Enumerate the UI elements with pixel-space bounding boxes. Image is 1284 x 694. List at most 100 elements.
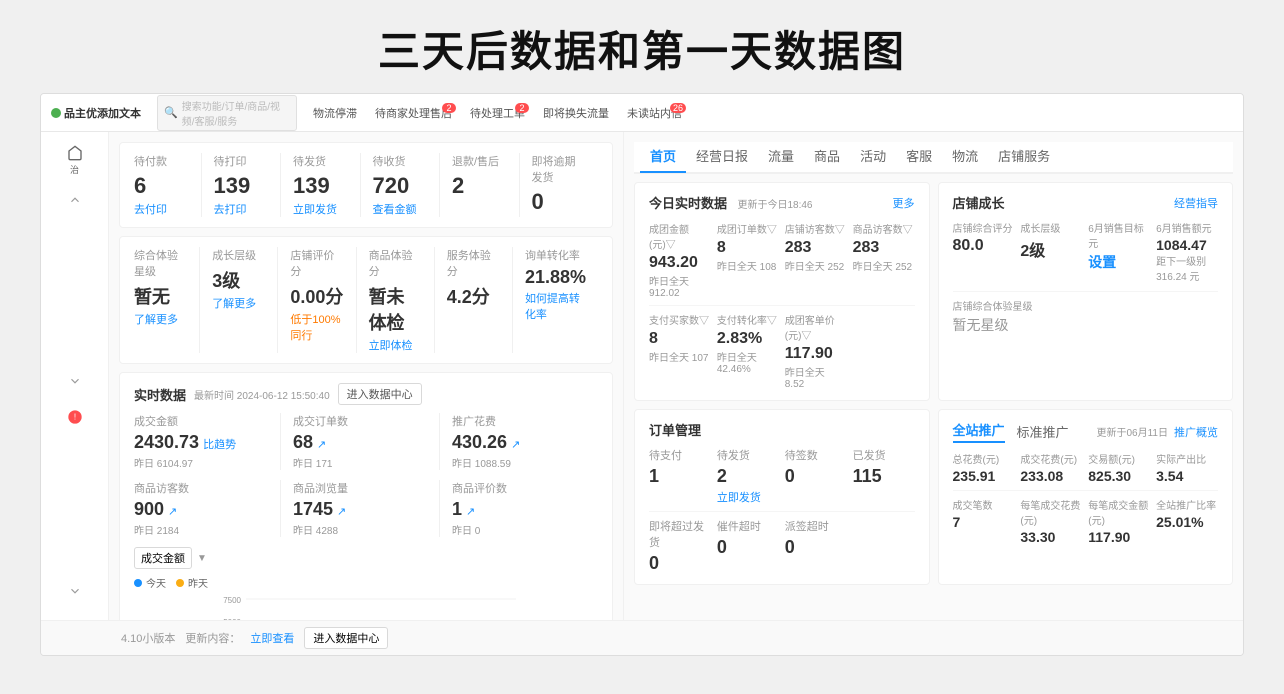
metric-link-dingdan[interactable]: ↗ [317, 438, 326, 451]
order-value-yifah: 115 [853, 466, 915, 487]
order-mgmt-header: 订单管理 [649, 420, 915, 439]
realtime-btn[interactable]: 进入数据中心 [338, 383, 422, 405]
metric-pingjia: 商品评价数 1 ↗ 昨日 0 [440, 480, 598, 537]
promo-value-chanchu: 3.54 [1156, 468, 1218, 484]
line-chart: 7500 5000 2500 0 00:00 04:00 08:00 [134, 594, 598, 620]
today-value-zhuanhua: 2.83% [717, 330, 779, 348]
page-title-area: 三天后数据和第一天数据图 [0, 0, 1284, 93]
metric-link-fangke[interactable]: ↗ [168, 505, 177, 518]
tab-fuwu[interactable]: 店铺服务 [988, 146, 1060, 173]
promo-grid1: 总花费(元) 235.91 成交花费(元) 233.08 交易额(元) 825.… [953, 451, 1219, 484]
today-shangpin: 商品访客数▽ 283 昨日全天 252 [853, 221, 915, 299]
order-mgmt-title: 订单管理 [649, 420, 701, 439]
today-label-zhuanhua: 支付转化率▽ [717, 312, 779, 327]
stat-daifahuo: 待发货 139 立即发货 [281, 153, 361, 217]
metric-link-pingjia2[interactable]: ↗ [466, 505, 475, 518]
today-prev-maijiashu: 昨日全天 107 [649, 349, 711, 364]
nav-item-traffic[interactable]: 即将换失流量 [535, 103, 617, 123]
bottom-btn[interactable]: 进入数据中心 [304, 627, 388, 649]
promo-tab-biaozhun[interactable]: 标准推广 [1017, 422, 1069, 441]
promo-label-chengjiao: 成交花费(元) [1020, 451, 1082, 466]
stat-link-daiyin[interactable]: 去打印 [214, 201, 269, 217]
today-value-dianpu: 283 [785, 239, 847, 257]
growth-value-xiaoshoue: 1084.47 [1156, 237, 1218, 253]
exp-sub-shangpin[interactable]: 立即体检 [369, 337, 422, 353]
exp-warn-pingjia[interactable]: 低于100%同行 [290, 311, 343, 343]
two-col-bottom: 订单管理 待支付 1 待发货 2 立即发货 待签数 [634, 409, 1233, 585]
today-realtime-more[interactable]: 更多 [893, 195, 915, 211]
store-growth-link[interactable]: 经营指导 [1174, 195, 1218, 211]
growth-value-mubiao[interactable]: 设置 [1088, 252, 1150, 272]
today-chengtuan: 成团金额(元)▽ 943.20 昨日全天 912.02 [649, 221, 711, 299]
metric-huafei: 推广花费 430.26 ↗ 昨日 1088.59 [440, 413, 598, 470]
tab-home[interactable]: 首页 [640, 146, 686, 173]
growth-label-pingjiafen: 店铺综合评分 [953, 220, 1015, 235]
stat-label-daifahuo: 待发货 [293, 153, 348, 169]
store-star-section: 店铺综合体验星级 暂无星级 [953, 291, 1219, 335]
metric-link-chengjiao[interactable]: 比趋势 [203, 436, 236, 452]
chart-area: 成交金额 ▼ 今天 昨天 [134, 547, 598, 620]
today-maijiashu: 支付买家数▽ 8 昨日全天 107 [649, 312, 711, 390]
stat-link-daifahuo[interactable]: 立即发货 [293, 201, 348, 217]
growth-label-cengji: 成长层级 [1020, 220, 1082, 235]
stat-link-daifukuan[interactable]: 去付印 [134, 201, 189, 217]
promo-bishu: 成交笔数 7 [953, 497, 1015, 545]
sidebar-alert-icon: ! [67, 409, 83, 430]
legend-label-today: 今天 [146, 575, 166, 590]
chart-select[interactable]: 成交金额 [134, 547, 192, 569]
svg-text:7500: 7500 [223, 596, 241, 605]
order-mgmt-section: 订单管理 待支付 1 待发货 2 立即发货 待签数 [634, 409, 930, 585]
bottom-link[interactable]: 立即查看 [250, 630, 294, 646]
today-label-maijiashu: 支付买家数▽ [649, 312, 711, 327]
tab-jingying[interactable]: 经营日报 [686, 146, 758, 173]
store-growth-section: 店铺成长 经营指导 店铺综合评分 80.0 成长层级 2级 6 [938, 182, 1234, 401]
tab-shangpin[interactable]: 商品 [804, 146, 850, 173]
promo-value-meibi: 33.30 [1020, 529, 1082, 545]
exp-label-pingjia: 店铺评价分 [290, 247, 343, 279]
tab-wuliu[interactable]: 物流 [942, 146, 988, 173]
stat-label-yuqi: 即将逾期发货 [532, 153, 587, 185]
metric-chengjiao: 成交金额 2430.73 比趋势 昨日 6104.97 [134, 413, 281, 470]
search-bar[interactable]: 🔍 搜索功能/订单/商品/视频/客服/服务 [157, 95, 297, 131]
stat-link-daishouhuo[interactable]: 查看金额 [373, 201, 428, 217]
sidebar-bottom-arrow[interactable] [53, 574, 97, 610]
right-panel: 首页 经营日报 流量 商品 活动 客服 物流 店铺服务 今日实时数据 更新于今日… [623, 132, 1243, 620]
promo-value-chengjiao: 233.08 [1020, 468, 1082, 484]
nav-item-aftersale[interactable]: 待商家处理售后 2 [367, 103, 460, 123]
tab-huodong[interactable]: 活动 [850, 146, 896, 173]
stat-value-daifahuo: 139 [293, 173, 348, 199]
nav-item-logistics[interactable]: 物流停滞 [305, 103, 365, 123]
metric-link-liulan[interactable]: ↗ [337, 505, 346, 518]
exp-sub-zhonghe[interactable]: 了解更多 [134, 311, 187, 327]
growth-value-cengji: 2级 [1020, 237, 1082, 261]
metric-label-huafei: 推广花费 [452, 413, 586, 429]
promo-tab-quanzhan[interactable]: 全站推广 [953, 420, 1005, 443]
sidebar-arrow-up[interactable] [53, 183, 97, 219]
order-value-daifukuan: 1 [649, 466, 711, 487]
nav-item-workorder[interactable]: 待处理工单 2 [462, 103, 533, 123]
exp-value-fuwu: 4.2分 [447, 283, 500, 309]
sidebar-home[interactable]: 治 [53, 142, 97, 178]
metric-link-huafei[interactable]: ↗ [511, 438, 520, 451]
order-link-daifh[interactable]: 立即发货 [717, 489, 779, 505]
sidebar-arrow-down[interactable] [53, 364, 97, 400]
order-label-yifah: 已发货 [853, 447, 915, 463]
order-cuijian: 催件超时 0 [717, 518, 779, 574]
dashboard-wrapper: 品主优添加文本 🔍 搜索功能/订单/商品/视频/客服/服务 物流停滞 待商家处理… [40, 93, 1244, 656]
exp-fuwu: 服务体验分 4.2分 [435, 247, 513, 353]
today-prev-dianpu: 昨日全天 252 [785, 258, 847, 273]
nav-item-messages[interactable]: 未读站内信 26 [619, 103, 690, 123]
tab-kefu[interactable]: 客服 [896, 146, 942, 173]
logo-dot [51, 108, 61, 118]
growth-label-mubiao: 6月销售目标元 [1088, 220, 1150, 250]
exp-sub-chengjian[interactable]: 了解更多 [212, 295, 265, 311]
bottom-label: 4.10小版本 [121, 630, 175, 646]
metric-value-dingdan: 68 [293, 432, 313, 453]
exp-sub-zhuanhua[interactable]: 如何提高转化率 [525, 290, 586, 322]
star-value: 暂无星级 [953, 315, 1219, 335]
stat-label-daifukuan: 待付款 [134, 153, 189, 169]
tab-liuliang[interactable]: 流量 [758, 146, 804, 173]
realtime-time: 最新时间 2024-06-12 15:50:40 [194, 387, 330, 402]
order-stats-card: 待付款 6 去付印 待打印 139 去打印 待发货 139 立即发货 [119, 142, 613, 228]
promo-more[interactable]: 推广概览 [1174, 424, 1218, 440]
